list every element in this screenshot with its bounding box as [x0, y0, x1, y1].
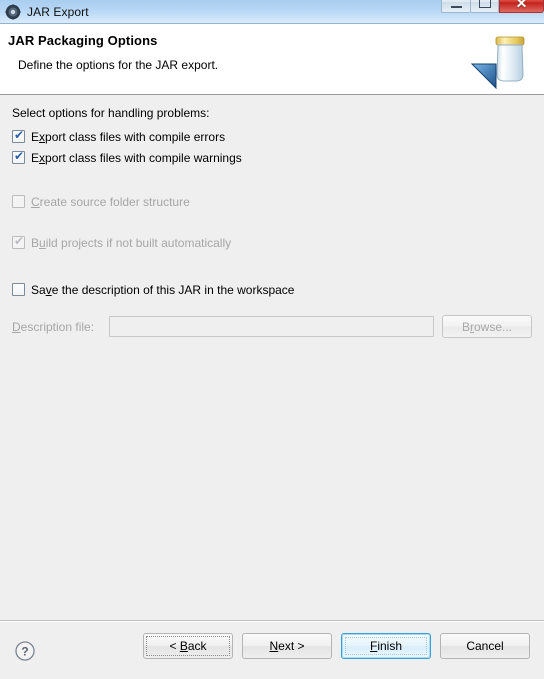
jar-export-banner-icon: [466, 28, 538, 92]
cancel-button[interactable]: Cancel: [440, 633, 530, 659]
minimize-icon: [450, 5, 462, 8]
window-title: JAR Export: [27, 4, 89, 19]
browse-button[interactable]: Browse...: [442, 315, 532, 338]
checkbox-export-compile-errors-label: Export class files with compile errors: [31, 129, 226, 144]
checkbox-export-compile-errors-box[interactable]: ✔: [12, 128, 25, 143]
check-icon: ✔: [14, 149, 25, 163]
checkbox-export-compile-warnings-box[interactable]: ✔: [12, 149, 25, 164]
checkbox-save-description-box[interactable]: [12, 283, 25, 296]
next-button[interactable]: Next >: [242, 633, 332, 659]
dialog-header: JAR Packaging Options Define the options…: [0, 24, 544, 95]
checkbox-build-projects-if-not-built-label: Build projects if not built automaticall…: [31, 235, 232, 250]
close-icon: ✕: [515, 0, 528, 11]
description-file-input[interactable]: [109, 316, 434, 337]
checkbox-save-description[interactable]: Save the description of this JAR in the …: [12, 280, 544, 299]
checkbox-create-source-folder-structure-label: Create source folder structure: [31, 194, 190, 209]
page-title: JAR Packaging Options: [8, 33, 158, 48]
checkbox-export-compile-warnings-label: Export class files with compile warnings: [31, 150, 242, 165]
options-intro-label: Select options for handling problems:: [12, 106, 210, 120]
check-icon: ✔: [14, 128, 25, 142]
description-file-label: Description file:: [12, 319, 95, 334]
dialog-button-bar: < Back Next > Finish Cancel: [143, 633, 530, 659]
jar-export-dialog: JAR Export ✕ JAR Packaging Options Defin…: [0, 0, 544, 679]
checkbox-create-source-folder-structure-box: [12, 195, 25, 208]
maximize-button[interactable]: [470, 0, 499, 13]
description-file-row: Description file: Browse...: [12, 315, 544, 338]
check-icon: ✔: [14, 234, 25, 248]
eclipse-jar-icon: [5, 3, 21, 20]
dialog-body: Select options for handling problems: ✔ …: [0, 95, 544, 620]
checkbox-build-projects-if-not-built: ✔ Build projects if not built automatica…: [12, 233, 544, 252]
close-button[interactable]: ✕: [499, 0, 544, 13]
dialog-footer: ? < Back Next > Finish Cancel: [0, 620, 544, 679]
help-icon[interactable]: ?: [14, 640, 36, 662]
finish-button[interactable]: Finish: [341, 633, 431, 659]
checkbox-save-description-label: Save the description of this JAR in the …: [31, 282, 295, 297]
title-bar: JAR Export ✕: [0, 0, 544, 24]
checkbox-create-source-folder-structure: Create source folder structure: [12, 192, 544, 211]
checkbox-export-compile-errors[interactable]: ✔ Export class files with compile errors: [12, 127, 544, 146]
checkbox-build-projects-if-not-built-box: ✔: [12, 234, 25, 249]
minimize-button[interactable]: [441, 0, 470, 13]
back-button[interactable]: < Back: [143, 633, 233, 659]
maximize-icon: [478, 0, 491, 8]
svg-text:?: ?: [21, 645, 28, 659]
window-controls: ✕: [441, 0, 544, 14]
checkbox-export-compile-warnings[interactable]: ✔ Export class files with compile warnin…: [12, 148, 544, 167]
